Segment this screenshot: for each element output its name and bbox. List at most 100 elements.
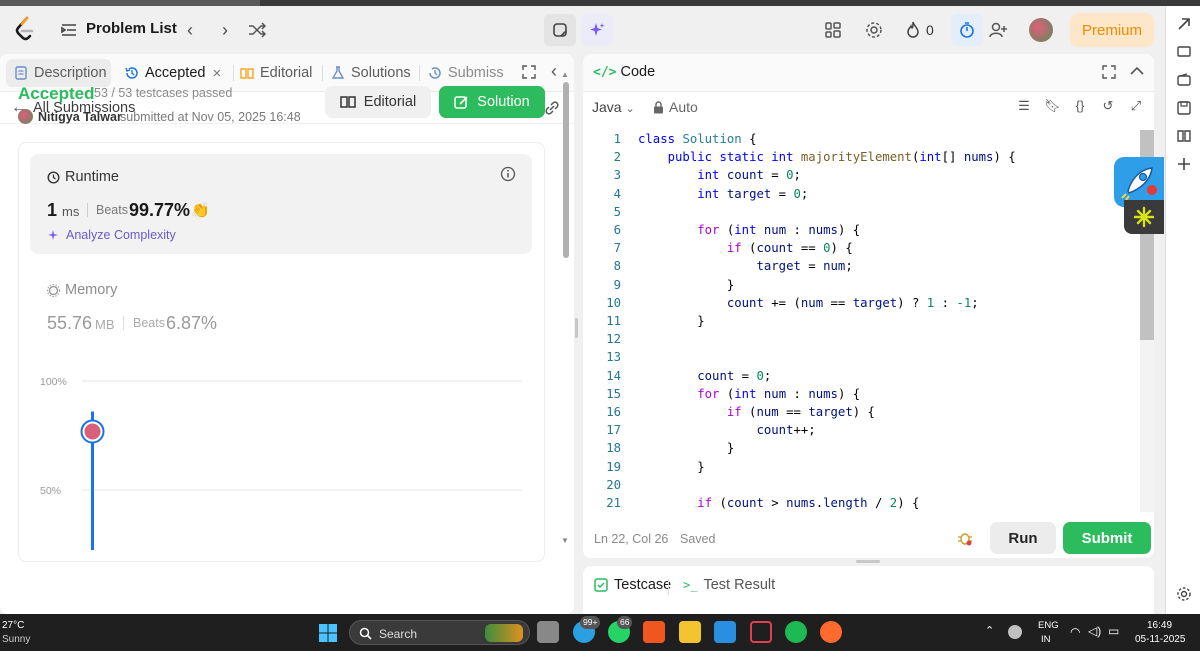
add-panel-icon[interactable] xyxy=(1176,156,1192,172)
vertical-resize-handle[interactable] xyxy=(856,560,880,563)
timer-button[interactable] xyxy=(951,14,983,46)
tab-description[interactable]: Description xyxy=(14,59,107,87)
share-link-icon[interactable] xyxy=(543,100,561,116)
scroll-down-arrow-icon[interactable]: ▼ xyxy=(561,536,569,545)
analyze-complexity-link[interactable]: Analyze Complexity xyxy=(47,228,176,242)
star-widget[interactable] xyxy=(1124,200,1164,234)
save-disk-icon[interactable] xyxy=(1176,100,1192,116)
taskbar-search[interactable]: Search xyxy=(349,620,530,645)
auto-mode[interactable]: Auto xyxy=(653,99,698,115)
editorial-button[interactable]: Editorial xyxy=(325,86,431,118)
code-maximize-icon[interactable] xyxy=(1102,65,1116,79)
settings-gear-icon[interactable] xyxy=(865,21,883,39)
braces-icon[interactable]: {} xyxy=(1072,98,1088,114)
runtime-distribution-chart[interactable]: 100%50%0% xyxy=(30,370,530,550)
tab-test-result[interactable]: >_ Test Result xyxy=(683,577,775,593)
memory-title[interactable]: Memory xyxy=(47,282,117,298)
user-avatar[interactable] xyxy=(1029,18,1053,42)
ai-sparkle-button[interactable] xyxy=(581,14,613,46)
shuffle-icon[interactable] xyxy=(247,20,267,40)
streak-fire-icon[interactable] xyxy=(905,21,921,39)
code-line[interactable]: 17 count++; xyxy=(583,423,1140,441)
code-line[interactable]: 14 count = 0; xyxy=(583,369,1140,387)
submitter-name[interactable]: Nitigya Talwar xyxy=(38,110,122,124)
tray-chevron-icon[interactable]: ⌃ xyxy=(985,624,994,637)
battery-icon[interactable]: ▭ xyxy=(1108,624,1119,638)
spotify-icon[interactable] xyxy=(785,621,807,643)
copilot-icon[interactable] xyxy=(1176,16,1192,32)
clock-time[interactable]: 16:49 xyxy=(1147,620,1172,631)
problem-list-title[interactable]: Problem List xyxy=(86,20,177,37)
code-line[interactable]: 18 } xyxy=(583,441,1140,459)
code-line[interactable]: 3 int count = 0; xyxy=(583,168,1140,186)
cast-icon[interactable] xyxy=(1176,44,1192,60)
info-icon[interactable] xyxy=(500,166,516,182)
code-line[interactable]: 20 xyxy=(583,478,1140,496)
runtime-divider xyxy=(87,203,88,217)
figma-icon[interactable] xyxy=(750,621,772,643)
code-line[interactable]: 13 xyxy=(583,350,1140,368)
weather-temperature[interactable]: 27°C xyxy=(2,620,24,631)
code-editor[interactable]: 1 class Solution {2 public static int maj… xyxy=(583,130,1140,512)
prev-problem-icon[interactable]: ‹ xyxy=(178,18,202,42)
postman-icon[interactable] xyxy=(820,621,842,643)
code-line[interactable]: 10 count += (num == target) ? 1 : -1; xyxy=(583,296,1140,314)
scroll-up-arrow-icon[interactable]: ▲ xyxy=(561,70,569,79)
reading-list-icon[interactable] xyxy=(1176,128,1192,144)
language-select[interactable]: Java ⌄ xyxy=(592,99,635,115)
code-line[interactable]: 19 } xyxy=(583,460,1140,478)
windows-start-icon[interactable] xyxy=(318,623,338,643)
solution-button-label: Solution xyxy=(477,94,530,110)
notes-button[interactable] xyxy=(544,14,576,46)
sidebar-settings-icon[interactable] xyxy=(1176,586,1192,602)
panel-resize-handle[interactable] xyxy=(575,318,578,338)
task-view-icon[interactable] xyxy=(537,621,559,643)
code-line[interactable]: 9 } xyxy=(583,278,1140,296)
expand-icon[interactable]: ⤢ xyxy=(1128,98,1144,114)
left-scrollbar[interactable] xyxy=(563,82,569,258)
code-line[interactable]: 15 for (int num : nums) { xyxy=(583,387,1140,405)
brave-browser-icon[interactable] xyxy=(643,621,665,643)
tab-submissions[interactable]: Submiss xyxy=(428,59,504,87)
code-line[interactable]: 6 for (int num : nums) { xyxy=(583,223,1140,241)
code-line[interactable]: 2 public static int majorityElement(int[… xyxy=(583,150,1140,168)
close-tab-icon[interactable]: × xyxy=(212,65,221,82)
code-line[interactable]: 12 xyxy=(583,332,1140,350)
code-line[interactable]: 16 if (num == target) { xyxy=(583,405,1140,423)
code-line[interactable]: 7 if (count == 0) { xyxy=(583,241,1140,259)
code-line[interactable]: 11 } xyxy=(583,314,1140,332)
file-explorer-icon[interactable] xyxy=(679,621,701,643)
solution-button[interactable]: Solution xyxy=(439,86,545,118)
volume-icon[interactable]: ◁) xyxy=(1088,624,1101,638)
tab-solutions[interactable]: Solutions xyxy=(331,59,411,87)
vscode-icon[interactable] xyxy=(714,621,736,643)
collapse-panel-icon[interactable]: ‹ xyxy=(551,61,557,82)
input-language[interactable]: ENG xyxy=(1038,620,1059,631)
code-line[interactable]: 4 int target = 0; xyxy=(583,187,1140,205)
code-collapse-icon[interactable] xyxy=(1130,66,1144,76)
code-line[interactable]: 5 xyxy=(583,205,1140,223)
tab-accepted[interactable]: Accepted × xyxy=(125,59,221,87)
tab-editorial[interactable]: Editorial xyxy=(240,59,312,87)
code-line[interactable]: 8 target = num; xyxy=(583,259,1140,277)
wifi-icon[interactable]: ◠ xyxy=(1070,625,1080,639)
add-friend-icon[interactable] xyxy=(988,21,1008,39)
bookmark-icon[interactable]: 🔖︎ xyxy=(1044,98,1061,114)
leetcode-logo-icon[interactable] xyxy=(13,16,37,44)
tab-separator xyxy=(322,65,323,81)
tab-testcase[interactable]: Testcase xyxy=(594,577,671,593)
code-line[interactable]: 21 if (count > nums.length / 2) { xyxy=(583,496,1140,512)
format-lines-icon[interactable]: ☰ xyxy=(1016,98,1032,114)
problem-list-icon[interactable] xyxy=(60,21,78,39)
wallet-icon[interactable] xyxy=(1176,72,1192,88)
debugger-icon[interactable] xyxy=(957,530,973,546)
maximize-icon[interactable] xyxy=(522,65,536,79)
next-problem-icon[interactable]: › xyxy=(213,18,237,42)
layout-grid-icon[interactable] xyxy=(824,21,842,39)
reset-icon[interactable]: ↺ xyxy=(1100,98,1116,114)
code-line[interactable]: 1 class Solution { xyxy=(583,132,1140,150)
submit-button[interactable]: Submit xyxy=(1063,522,1151,554)
tray-app-icon[interactable] xyxy=(1008,625,1022,639)
premium-button[interactable]: Premium xyxy=(1070,13,1154,47)
run-button[interactable]: Run xyxy=(990,522,1056,554)
